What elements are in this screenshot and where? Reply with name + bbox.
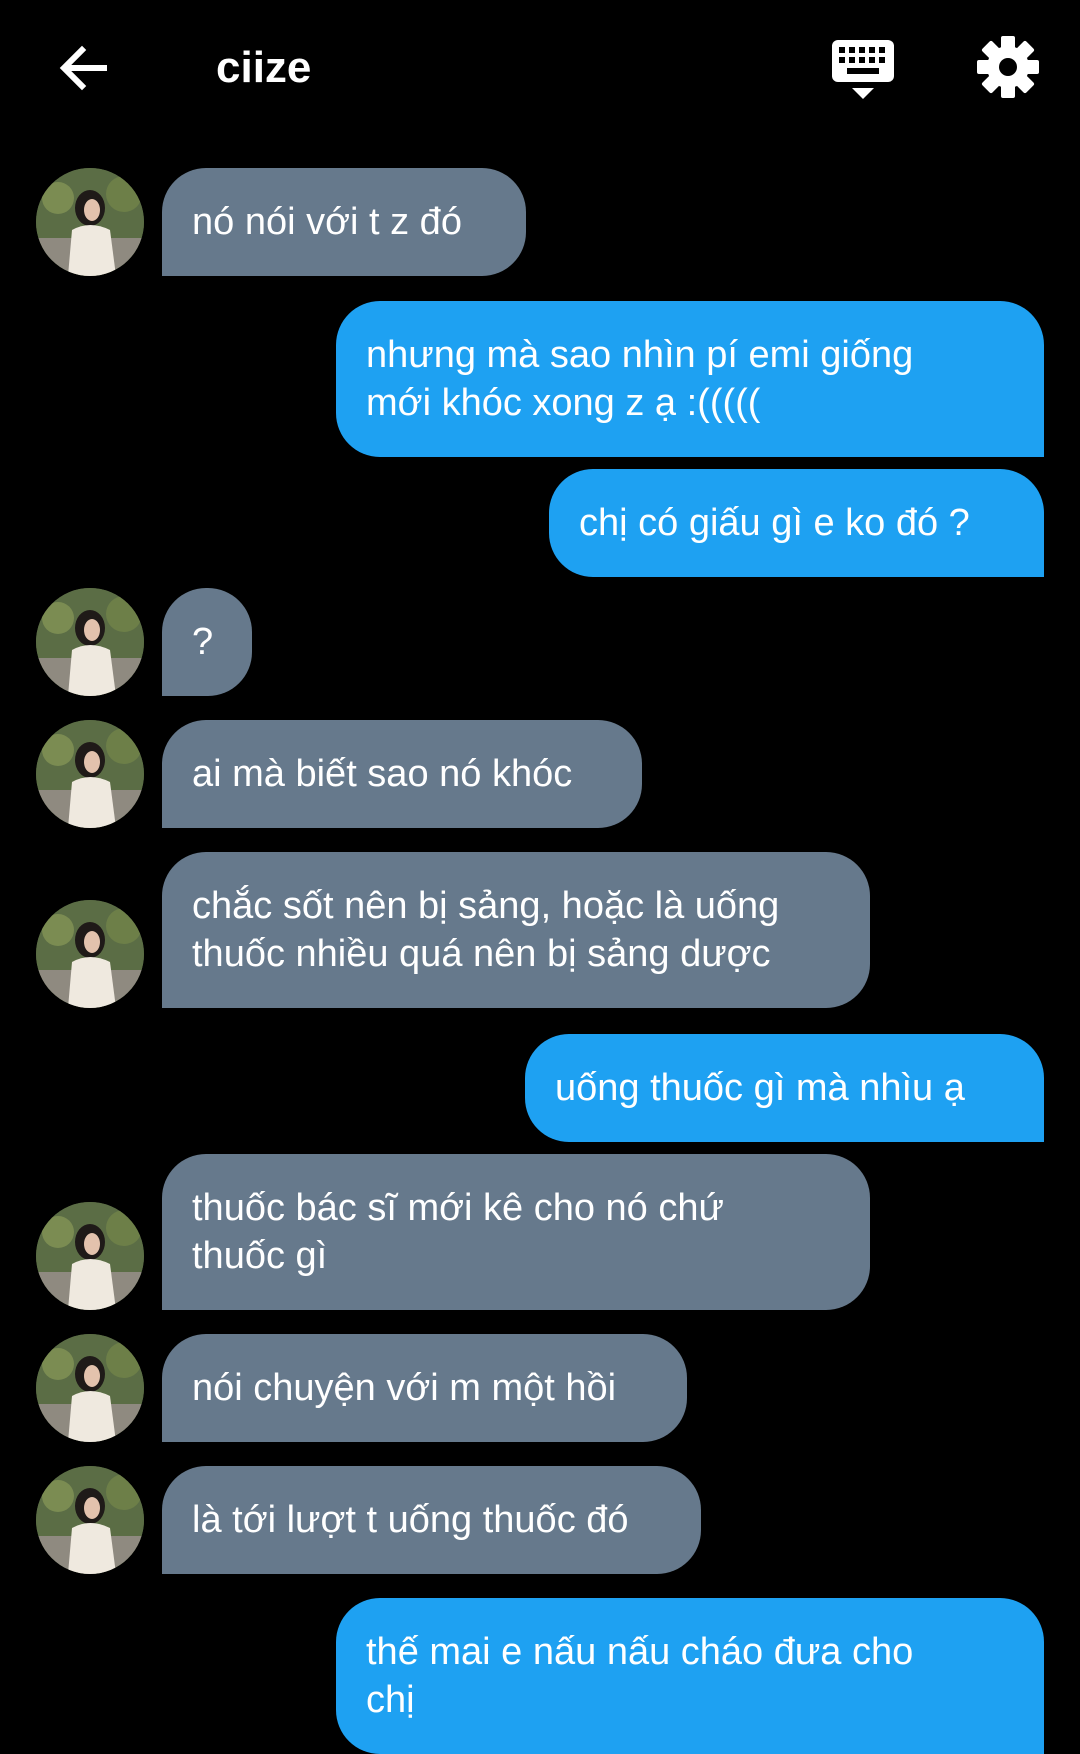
avatar[interactable] — [36, 1202, 144, 1310]
message-bubble-outgoing[interactable]: thế mai e nấu nấu cháo đưa cho chị — [336, 1598, 1044, 1754]
message-bubble-incoming[interactable]: là tới lượt t uống thuốc đó — [162, 1466, 701, 1574]
avatar[interactable] — [36, 720, 144, 828]
message-bubble-incoming[interactable]: ? — [162, 588, 252, 696]
message-bubble-outgoing[interactable]: nhưng mà sao nhìn pí emi giống mới khóc … — [336, 301, 1044, 457]
avatar-photo — [36, 1202, 144, 1310]
avatar-photo — [36, 1334, 144, 1442]
message-bubble-incoming[interactable]: nói chuyện với m một hồi — [162, 1334, 687, 1442]
avatar-photo — [36, 900, 144, 1008]
avatar[interactable] — [36, 588, 144, 696]
message-list[interactable]: nó nói với t z đó nhưng mà sao nhìn pí e… — [0, 0, 1080, 1754]
avatar[interactable] — [36, 1466, 144, 1574]
avatar[interactable] — [36, 168, 144, 276]
message-bubble-incoming[interactable]: nó nói với t z đó — [162, 168, 526, 276]
message-bubble-outgoing[interactable]: uống thuốc gì mà nhìu ạ — [525, 1034, 1044, 1142]
avatar-photo — [36, 588, 144, 696]
message-bubble-outgoing[interactable]: chị có giấu gì e ko đó ? — [549, 469, 1044, 577]
avatar[interactable] — [36, 1334, 144, 1442]
message-bubble-incoming[interactable]: thuốc bác sĩ mới kê cho nó chứ thuốc gì — [162, 1154, 870, 1310]
avatar-photo — [36, 720, 144, 828]
message-bubble-incoming[interactable]: chắc sốt nên bị sảng, hoặc là uống thuốc… — [162, 852, 870, 1008]
avatar[interactable] — [36, 900, 144, 1008]
avatar-photo — [36, 1466, 144, 1574]
message-bubble-incoming[interactable]: ai mà biết sao nó khóc — [162, 720, 642, 828]
avatar-photo — [36, 168, 144, 276]
